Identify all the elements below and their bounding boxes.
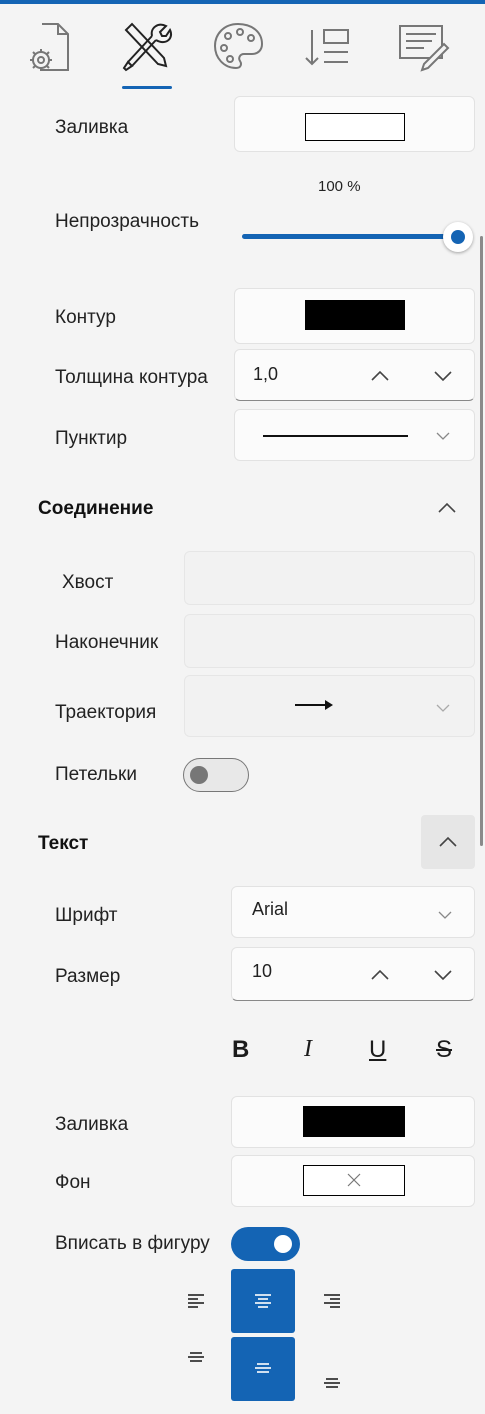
text-collapse-button[interactable] (421, 815, 475, 869)
align-right-button[interactable] (300, 1269, 364, 1333)
outline-width-value: 1,0 (253, 364, 279, 384)
background-color-button[interactable] (231, 1155, 475, 1207)
tab-edit-text[interactable] (394, 18, 450, 74)
fit-to-shape-toggle[interactable] (231, 1227, 300, 1261)
trajectory-label: Траектория (55, 702, 157, 723)
head-dropdown[interactable] (184, 614, 475, 668)
trajectory-dropdown[interactable] (184, 675, 475, 737)
head-label: Наконечник (55, 632, 159, 653)
strikethrough-button[interactable]: S (436, 1036, 452, 1064)
chevron-up-icon (439, 836, 457, 847)
loops-toggle[interactable] (183, 758, 249, 792)
valign-top-icon (188, 1352, 204, 1362)
align-center-icon (255, 1294, 271, 1308)
chevron-down-icon (438, 911, 452, 919)
edit-text-icon (399, 25, 450, 72)
collapse-chevron-up-icon[interactable] (436, 498, 458, 518)
increment-chevron-up-icon[interactable] (369, 366, 391, 386)
valign-bottom-icon (324, 1378, 340, 1388)
tail-label: Хвост (62, 572, 114, 593)
tail-dropdown[interactable] (184, 551, 475, 605)
font-size-value: 10 (252, 961, 273, 981)
increment-chevron-up-icon[interactable] (369, 965, 391, 985)
fill-color-button[interactable] (234, 96, 475, 152)
align-left-icon (188, 1294, 204, 1308)
text-fill-color-swatch (303, 1106, 405, 1137)
decrement-chevron-down-icon[interactable] (432, 965, 454, 985)
valign-top-button[interactable] (164, 1337, 228, 1401)
top-accent-line (0, 0, 485, 4)
tab-tools[interactable] (118, 18, 174, 74)
tab-arrange[interactable] (300, 18, 356, 74)
font-dropdown[interactable]: Arial (231, 886, 475, 938)
outline-color-swatch (305, 300, 405, 330)
fill-label: Заливка (55, 117, 129, 138)
opacity-label: Непрозрачность (55, 211, 199, 232)
valign-bottom-button[interactable] (300, 1337, 364, 1401)
fit-to-shape-toggle-knob (274, 1235, 292, 1253)
dash-dropdown[interactable] (234, 409, 475, 461)
outline-width-label: Толщина контура (55, 367, 208, 388)
chevron-down-icon (436, 432, 450, 440)
font-label: Шрифт (55, 905, 118, 926)
chevron-down-icon (436, 704, 450, 712)
loops-label: Петельки (55, 764, 137, 785)
tab-document-settings[interactable] (22, 18, 78, 74)
fit-to-shape-label: Вписать в фигуру (55, 1233, 210, 1254)
loops-toggle-knob (190, 766, 208, 784)
text-section-title: Текст (38, 833, 89, 854)
tools-icon (122, 22, 172, 72)
underline-button[interactable]: U (369, 1036, 386, 1064)
italic-button[interactable]: I (304, 1036, 312, 1063)
opacity-slider-fill (242, 234, 458, 239)
font-size-stepper[interactable]: 10 (231, 947, 475, 1001)
no-fill-x-icon (347, 1173, 361, 1187)
align-center-button[interactable] (231, 1269, 295, 1333)
active-tab-indicator (122, 86, 172, 89)
dash-solid-line-preview (263, 435, 408, 437)
fill-color-swatch (305, 113, 405, 141)
bold-button[interactable]: B (232, 1036, 249, 1064)
font-value: Arial (252, 899, 289, 919)
align-left-button[interactable] (164, 1269, 228, 1333)
valign-middle-button[interactable] (231, 1337, 295, 1401)
size-label: Размер (55, 966, 121, 987)
opacity-slider[interactable] (242, 222, 473, 252)
valign-middle-icon (255, 1363, 271, 1373)
scrollbar[interactable] (480, 236, 483, 846)
align-right-icon (324, 1294, 340, 1308)
dash-label: Пунктир (55, 428, 128, 449)
outline-width-stepper[interactable]: 1,0 (234, 349, 475, 401)
arrange-icon (305, 29, 349, 66)
outline-color-button[interactable] (234, 288, 475, 344)
decrement-chevron-down-icon[interactable] (432, 366, 454, 386)
text-fill-label: Заливка (55, 1114, 129, 1135)
text-fill-color-button[interactable] (231, 1096, 475, 1148)
document-settings-icon (30, 23, 69, 71)
background-label: Фон (55, 1172, 91, 1193)
opacity-value: 100 % (318, 178, 361, 195)
connection-section-title: Соединение (38, 498, 154, 519)
opacity-slider-thumb[interactable] (443, 222, 473, 252)
outline-label: Контур (55, 307, 116, 328)
palette-icon (213, 22, 264, 70)
no-color-swatch (303, 1165, 405, 1196)
tab-palette[interactable] (210, 18, 266, 74)
arrow-right-icon (295, 700, 333, 710)
